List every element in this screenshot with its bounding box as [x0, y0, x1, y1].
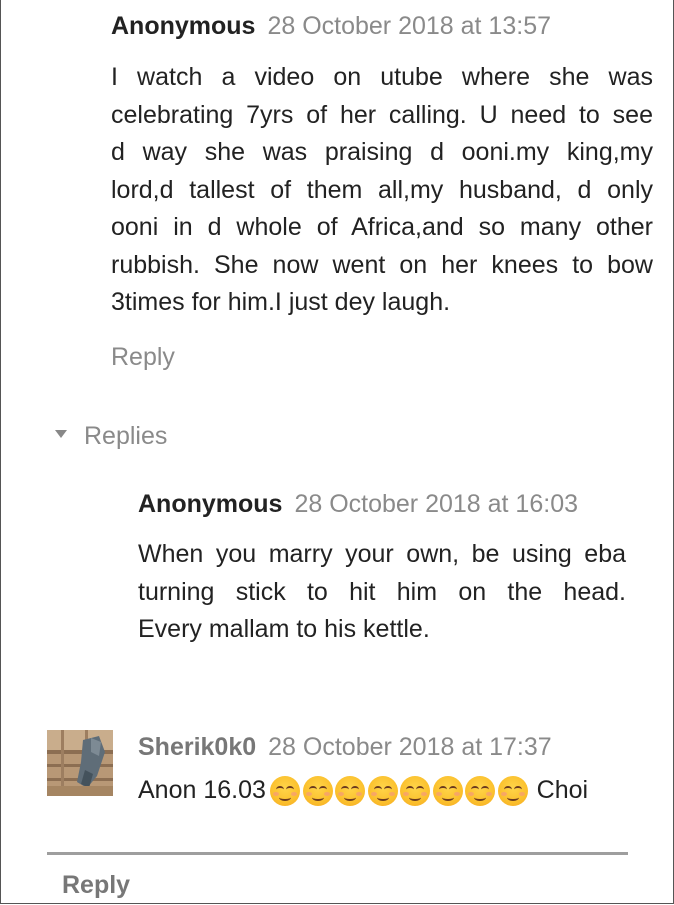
- comment-line: celebrating 7yrs of her calling. U need …: [111, 100, 653, 129]
- reply-comment: Sherik0k0 28 October 2018 at 17:37 Anon …: [138, 733, 628, 810]
- replies-toggle-label: Replies: [84, 422, 168, 450]
- comment-line: ooni in d whole of Africa,and so many ot…: [111, 213, 653, 241]
- divider: [47, 852, 628, 855]
- comment-text: Anon 16.03: [138, 776, 266, 804]
- avatar-photo: [47, 730, 113, 796]
- comment-text: Choi: [536, 776, 589, 804]
- smiling-face-emoji-icon: [269, 776, 300, 807]
- comment-line: rubbish. She now went on her knees to bo…: [111, 250, 653, 279]
- reply-comment: Anonymous 28 October 2018 at 16:03 When …: [138, 490, 626, 649]
- reply-button[interactable]: Reply: [62, 871, 130, 900]
- smiling-face-emoji-icon: [367, 776, 398, 807]
- smiling-face-emoji-icon: [432, 776, 463, 807]
- comment-line: 3times for him.I just dey laugh.: [111, 288, 451, 316]
- comment-line: Every mallam to his kettle.: [138, 615, 430, 643]
- smiling-face-emoji-icon: [302, 776, 333, 807]
- comment-author[interactable]: Anonymous: [111, 12, 255, 41]
- reply-link[interactable]: Reply: [111, 343, 175, 372]
- comment: Anonymous 28 October 2018 at 13:57 I wat…: [111, 12, 653, 322]
- smiling-face-emoji-icon: [465, 776, 496, 807]
- replies-toggle[interactable]: Replies: [55, 422, 167, 451]
- comment-line: I watch a video on utube where she was: [111, 63, 653, 91]
- comment-line: When you marry your own, be using eba: [138, 540, 626, 568]
- comment-author[interactable]: Anonymous: [138, 490, 282, 519]
- comment-body: I watch a video on utube where she was c…: [111, 59, 653, 322]
- smiling-face-emoji-icon: [498, 776, 529, 807]
- comment-timestamp[interactable]: 28 October 2018 at 13:57: [267, 12, 551, 41]
- caret-down-icon: [55, 429, 67, 438]
- comment-timestamp[interactable]: 28 October 2018 at 17:37: [268, 733, 552, 762]
- comment-timestamp[interactable]: 28 October 2018 at 16:03: [294, 490, 578, 519]
- avatar[interactable]: [47, 730, 113, 796]
- smiling-face-emoji-icon: [335, 776, 366, 807]
- emoji-row: [269, 776, 531, 807]
- comment-header: Anonymous 28 October 2018 at 16:03: [138, 490, 626, 519]
- comment-header: Anonymous 28 October 2018 at 13:57: [111, 12, 653, 41]
- comment-line: turning stick to hit him on the head.: [138, 577, 626, 606]
- comment-body: When you marry your own, be using eba tu…: [138, 536, 626, 649]
- comment-header: Sherik0k0 28 October 2018 at 17:37: [138, 733, 628, 762]
- comment-line: lord,d tallest of them all,my husband, d…: [111, 175, 653, 204]
- comment-body: Anon 16.03 Choi: [138, 772, 628, 810]
- comment-line: d way she was praising d ooni.my king,my: [111, 138, 653, 166]
- comment-author[interactable]: Sherik0k0: [138, 733, 256, 762]
- smiling-face-emoji-icon: [400, 776, 431, 807]
